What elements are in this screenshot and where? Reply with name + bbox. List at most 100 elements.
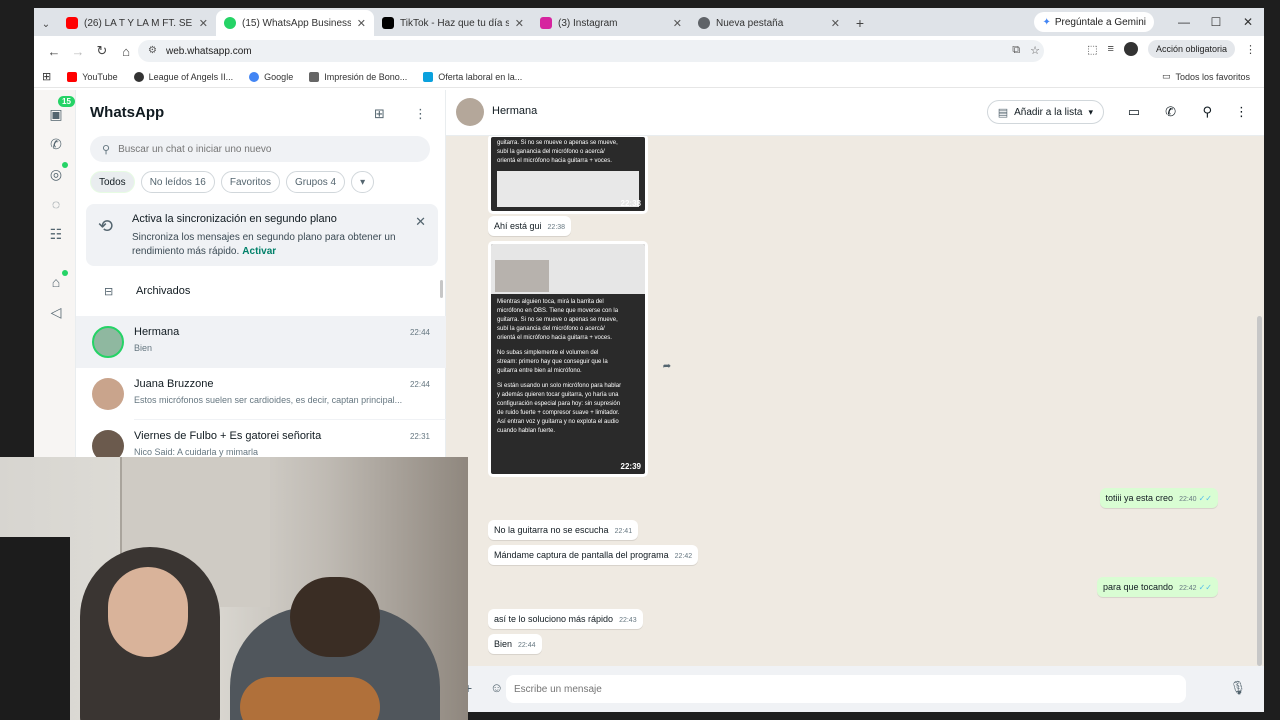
- microphone-icon[interactable]: 🎙: [1229, 680, 1246, 696]
- webcam-person-left-face: [108, 567, 188, 657]
- chats-icon[interactable]: ▣: [48, 106, 64, 122]
- extensions-icon[interactable]: ⬚: [1087, 43, 1097, 56]
- chats-badge: 15: [58, 96, 75, 107]
- channels-icon[interactable]: ◌: [48, 196, 64, 212]
- message-bubble[interactable]: para que tocando 22:42 ✓✓: [1097, 577, 1218, 597]
- menu-icon[interactable]: ⋮: [1245, 43, 1256, 56]
- install-app-icon[interactable]: ⧉: [1012, 44, 1020, 57]
- chat-list-scrollbar[interactable]: [440, 280, 443, 298]
- tab-new[interactable]: Nueva pestaña ✕: [690, 10, 848, 36]
- message-input[interactable]: [506, 675, 1186, 703]
- chat-name: Hermana: [134, 326, 180, 338]
- chat-time: 22:44: [409, 380, 430, 389]
- maximize-icon[interactable]: ☐: [1200, 8, 1232, 36]
- menu-icon[interactable]: ⋮: [414, 106, 427, 122]
- webcam-thumbnail: [495, 260, 549, 292]
- close-window-icon[interactable]: ✕: [1232, 8, 1264, 36]
- profile-avatar[interactable]: [1123, 42, 1138, 56]
- store-icon[interactable]: ⌂: [48, 274, 64, 290]
- image-message[interactable]: guitarra. Si no se mueve o apenas se mue…: [488, 136, 648, 214]
- message-bubble[interactable]: Ahí está gui 22:38: [488, 216, 572, 236]
- contact-avatar[interactable]: [456, 98, 484, 126]
- bookmark-league[interactable]: League of Angels II...: [133, 71, 233, 82]
- close-icon[interactable]: ✕: [831, 17, 840, 30]
- reload-icon[interactable]: ↻: [90, 43, 114, 59]
- phone-icon[interactable]: ✆: [48, 136, 64, 152]
- filter-favoritos[interactable]: Favoritos: [220, 171, 280, 193]
- bookmark-label: Oferta laboral en la...: [438, 71, 523, 82]
- apps-icon[interactable]: ⊞: [42, 70, 51, 83]
- image-line: Si están usando un solo micrófono para h…: [497, 383, 622, 389]
- image-line: stream: primero hay que conseguir que la: [497, 359, 608, 365]
- bookmark-google[interactable]: Google: [249, 71, 293, 82]
- menu-icon[interactable]: ⋮: [1235, 104, 1248, 120]
- close-icon[interactable]: ✕: [673, 17, 682, 30]
- filter-todos[interactable]: Todos: [90, 171, 135, 193]
- megaphone-icon[interactable]: ◁: [48, 304, 64, 320]
- voice-call-icon[interactable]: ✆: [1165, 104, 1176, 120]
- forward-icon[interactable]: ➦: [658, 358, 676, 376]
- back-icon[interactable]: ←: [42, 44, 66, 59]
- close-icon[interactable]: ✕: [357, 17, 366, 30]
- filter-grupos[interactable]: Grupos 4: [285, 171, 346, 193]
- address-bar[interactable]: ⚙ web.whatsapp.com: [138, 40, 1044, 62]
- folder-icon: ▭: [1161, 71, 1171, 81]
- message-bubble[interactable]: Bien 22:44: [488, 634, 542, 654]
- gemini-icon: ✦: [1042, 16, 1051, 28]
- minimize-icon[interactable]: —: [1168, 8, 1200, 36]
- search-input[interactable]: [118, 143, 389, 155]
- app-title: WhatsApp: [90, 104, 165, 121]
- filter-more-button[interactable]: ▾: [351, 171, 375, 193]
- tab-youtube[interactable]: (26) LA T Y LA M FT. SERGIO TO ✕: [58, 10, 216, 36]
- message-bubble[interactable]: No la guitarra no se escucha 22:41: [488, 520, 639, 540]
- forward-icon[interactable]: →: [66, 44, 90, 59]
- contact-name[interactable]: Hermana: [492, 105, 537, 117]
- tab-instagram[interactable]: (3) Instagram ✕: [532, 10, 690, 36]
- accion-obligatoria-button[interactable]: Acción obligatoria: [1147, 40, 1235, 58]
- message-bubble[interactable]: así te lo soluciono más rápido 22:43: [488, 609, 643, 629]
- video-call-icon[interactable]: ▭: [1128, 104, 1140, 120]
- bookmark-bono[interactable]: Impresión de Bono...: [309, 71, 407, 82]
- status-dot: [62, 162, 68, 168]
- new-tab-button[interactable]: +: [848, 10, 872, 36]
- job-icon: [423, 71, 434, 82]
- message-scrollbar[interactable]: [1257, 316, 1262, 666]
- filter-no-leidos[interactable]: No leídos 16: [140, 171, 215, 193]
- close-icon[interactable]: ✕: [415, 214, 426, 230]
- communities-icon[interactable]: ☷: [48, 226, 64, 242]
- search-box[interactable]: ⚲: [90, 136, 430, 162]
- image-message[interactable]: Mientras alguien toca, mirá la barrita d…: [488, 241, 648, 477]
- emoji-icon[interactable]: ☺: [490, 680, 503, 695]
- close-icon[interactable]: ✕: [199, 17, 208, 30]
- status-icon[interactable]: ◎: [48, 166, 64, 182]
- search-icon: ⚲: [102, 143, 111, 156]
- message-bubble[interactable]: totiii ya esta creo 22:40 ✓✓: [1099, 488, 1218, 508]
- image-line: No subas simplemente el volumen del: [497, 350, 599, 356]
- bookmark-star-icon[interactable]: ☆: [1030, 44, 1040, 57]
- site-info-icon[interactable]: ⚙: [148, 45, 160, 57]
- bookmark-oferta[interactable]: Oferta laboral en la...: [423, 71, 523, 82]
- new-chat-icon[interactable]: ⊞: [374, 106, 385, 122]
- chat-time: 22:44: [409, 328, 430, 337]
- search-icon[interactable]: ⚲: [1202, 104, 1212, 120]
- close-icon[interactable]: ✕: [515, 17, 524, 30]
- webcam-chair: [0, 537, 70, 720]
- add-to-list-button[interactable]: ▤ Añadir a la lista ▾: [986, 100, 1104, 124]
- all-bookmarks[interactable]: ▭ Todos los favoritos: [1162, 71, 1250, 82]
- tab-search-icon[interactable]: ⌄: [34, 12, 58, 36]
- bookmarks-bar: ⊞ YouTube League of Angels II... Google …: [34, 66, 1264, 88]
- message-text: Mándame captura de pantalla del programa: [494, 550, 669, 560]
- toolbar-right: ⬚ ≡ Acción obligatoria ⋮: [1087, 40, 1256, 58]
- message-bubble[interactable]: Mándame captura de pantalla del programa…: [488, 545, 699, 565]
- chat-item-hermana[interactable]: Hermana Bien 22:44: [76, 316, 446, 368]
- media-icon[interactable]: ≡: [1108, 43, 1114, 55]
- home-icon[interactable]: ⌂: [114, 44, 138, 59]
- archived-row[interactable]: ⊟ Archivados: [76, 276, 445, 306]
- image-line: de ruido fuerte + compresor suave + limi…: [497, 410, 620, 416]
- activate-link[interactable]: Activar: [242, 246, 276, 257]
- bookmark-youtube[interactable]: YouTube: [67, 71, 118, 82]
- tab-tiktok[interactable]: TikTok - Haz que tu día sea esp ✕: [374, 10, 532, 36]
- gemini-button[interactable]: ✦ Pregúntale a Gemini: [1034, 12, 1154, 32]
- tab-whatsapp[interactable]: (15) WhatsApp Business ✕: [216, 10, 374, 36]
- chat-item-juana[interactable]: Juana Bruzzone Estos micrófonos suelen s…: [76, 368, 446, 420]
